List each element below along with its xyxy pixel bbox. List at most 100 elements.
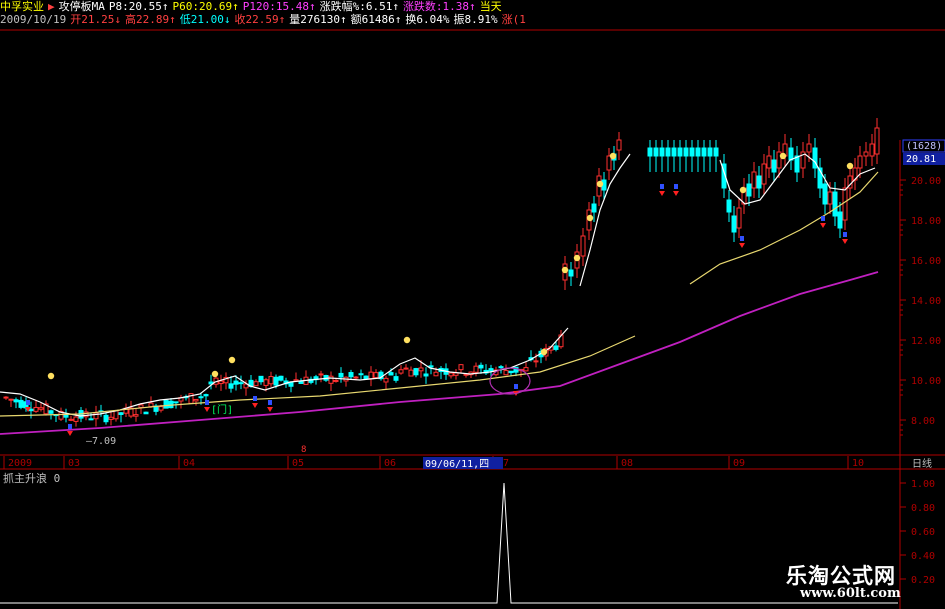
header-item-0: 中孚实业 (0, 0, 44, 13)
candle-body (163, 399, 169, 409)
candle-late-body (822, 183, 828, 205)
candle-body (278, 375, 284, 381)
down-arrow-icon (673, 191, 679, 196)
header-item-3: P8:20.55↑ (108, 0, 169, 13)
down-arrow-icon (739, 243, 745, 248)
candle-body (238, 382, 244, 385)
candle-late-body (736, 207, 742, 229)
candle-late-body (806, 143, 812, 153)
candle-body (228, 383, 234, 389)
ohlc-item-9: 涨(1 (501, 13, 526, 26)
indicator-axis-label: 0.20 (911, 575, 935, 586)
ohlc-item-8: 振8.91% (453, 13, 498, 26)
candle-body (523, 367, 529, 372)
signal-marker (514, 384, 518, 389)
marker-label: 8 (301, 445, 306, 455)
candle-body (268, 376, 274, 385)
candle-body (353, 376, 359, 379)
candle-body (133, 414, 139, 417)
date-axis-label: 09 (733, 458, 745, 469)
header-indicator-row: 中孚实业 ▶ 攻停板MA P8:20.55↑ P60:20.69↑ P120:15.48↑… (0, 0, 506, 13)
signal-dot (211, 370, 219, 378)
signal-dot (47, 372, 55, 380)
price-axis-label: 14.00 (911, 296, 941, 307)
ohlc-item-7: 换6.04% (405, 13, 450, 26)
candle-late-body (746, 183, 752, 197)
signal-dot (739, 186, 747, 194)
candle-top-body (659, 147, 665, 157)
price-axis-label: 12.00 (911, 336, 941, 347)
price-axis-label: 8.00 (911, 416, 935, 427)
candle-body (383, 377, 389, 383)
header-item-5: P120:15.48↑ (242, 0, 316, 13)
down-arrow-icon (659, 191, 665, 196)
ohlc-item-4: 收22.59↑ (234, 13, 286, 26)
signal-marker (843, 232, 847, 237)
price-axis-label: 18.00 (911, 216, 941, 227)
signal-dot (540, 348, 548, 356)
header-item-2: 攻停板MA (58, 0, 105, 13)
down-arrow-icon (67, 431, 73, 436)
candle-body (403, 367, 409, 370)
candle-top-body (653, 147, 659, 157)
candle-body (473, 365, 479, 373)
candle-body (428, 365, 434, 368)
signal-marker (821, 216, 825, 221)
price-axis-label: 16.00 (911, 256, 941, 267)
candle-body (103, 414, 109, 423)
signal-marker (740, 236, 744, 241)
volume-badge: (1628) (906, 141, 942, 152)
candle-surge-body (580, 235, 586, 257)
signal-dot (586, 214, 594, 222)
date-axis-label: 08 (621, 458, 633, 469)
candle-body (158, 406, 164, 411)
watermark-url: www.60lt.com (800, 586, 901, 601)
candle-top-body (677, 147, 683, 157)
date-axis-label: 03 (68, 458, 80, 469)
candle-surge-body (606, 155, 612, 171)
down-arrow-icon (842, 239, 848, 244)
candle-body (328, 375, 334, 384)
candle-body (28, 408, 34, 412)
ma-mid-line (0, 335, 636, 417)
ohlc-item-6: 额61486↑ (350, 13, 402, 26)
candle-body (38, 407, 44, 410)
signal-marker (268, 400, 272, 405)
candle-body (533, 360, 539, 363)
candle-body (553, 345, 559, 350)
low-price-label: —7.09 (86, 436, 116, 447)
price-axis-label: 10.00 (911, 376, 941, 387)
candle-body (18, 399, 24, 408)
candle-top-body (647, 147, 653, 157)
candle-body (258, 375, 264, 383)
candle-late-body (761, 163, 767, 185)
date-axis-label: 2009 (8, 458, 32, 469)
candle-late-body (837, 211, 843, 229)
candle-body (263, 379, 269, 386)
candle-body (63, 414, 69, 418)
signal-marker (26, 400, 30, 405)
ohlc-item-1: 开21.25↓ (70, 13, 121, 26)
candle-body (488, 368, 494, 372)
candle-body (198, 396, 204, 399)
candle-body (478, 364, 484, 369)
candle-body (8, 398, 14, 401)
candle-body (273, 376, 279, 386)
header-ohlc-row: 2009/10/19 开21.25↓ 高22.89↑ 低21.00↓ 收22.59↑ 量2… (0, 13, 530, 26)
candle-body (408, 369, 414, 377)
signal-dot (403, 336, 411, 344)
ma-short-line (0, 327, 569, 417)
candle-body (338, 372, 344, 378)
down-arrow-icon (204, 407, 210, 412)
candle-top-body (713, 147, 719, 157)
candle-body (3, 396, 9, 399)
header-item-6: 涨跌幅%:6.51↑ (319, 0, 399, 13)
candle-late-body (771, 159, 777, 173)
chart-canvas[interactable]: 20.00 18.00 16.00 14.00 12.00 10.00 8.00 (1628)… (0, 0, 945, 609)
candle-top-body (689, 147, 695, 157)
candle-body (503, 370, 509, 376)
candle-late-body (874, 127, 880, 155)
indicator-axis-label: 1.00 (911, 479, 935, 490)
candle-body (358, 373, 364, 376)
candle-body (73, 416, 79, 422)
